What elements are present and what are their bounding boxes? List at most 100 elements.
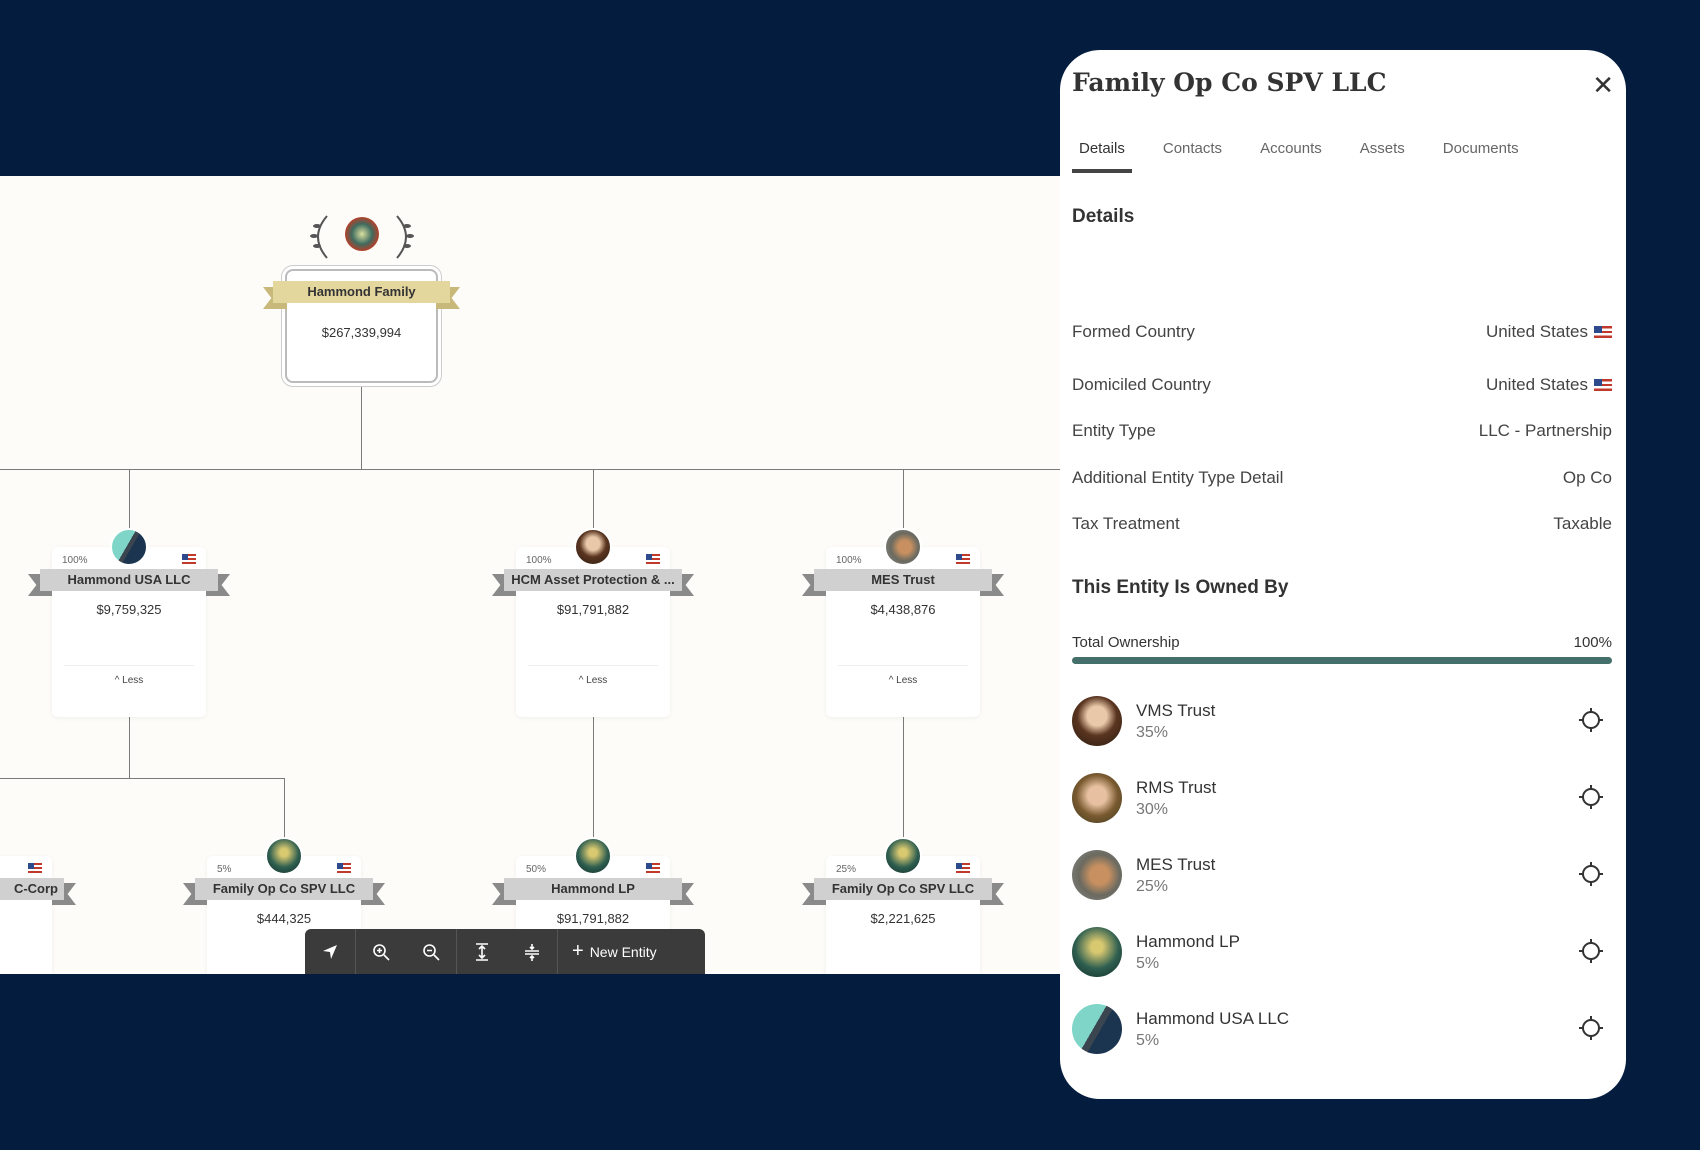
ownership-progress-fill bbox=[1072, 657, 1612, 664]
crosshair-icon[interactable] bbox=[1578, 707, 1604, 733]
owner-item[interactable]: RMS Trust 30% bbox=[1072, 770, 1612, 826]
owner-percent: 35% bbox=[1136, 723, 1169, 741]
us-flag-icon bbox=[28, 863, 42, 873]
zoom-in-icon bbox=[373, 943, 390, 961]
us-flag-icon bbox=[646, 863, 660, 873]
detail-label: Formed Country bbox=[1072, 322, 1195, 341]
details-heading: Details bbox=[1072, 206, 1135, 227]
collapse-vertical-icon bbox=[525, 943, 539, 961]
owner-percent: 5% bbox=[1136, 954, 1160, 972]
entity-node[interactable]: C-Corp 00 bbox=[0, 856, 76, 974]
tab-assets[interactable]: Assets bbox=[1353, 140, 1412, 173]
entity-node[interactable]: 100% Hammond USA LLC $9,759,325 ^ Less bbox=[28, 528, 230, 717]
entity-name: C-Corp bbox=[0, 878, 64, 900]
divider bbox=[838, 665, 968, 666]
us-flag-icon bbox=[646, 554, 660, 564]
toggle-label: Less bbox=[896, 675, 918, 686]
detail-value: United States bbox=[1485, 375, 1588, 394]
us-flag-icon bbox=[1594, 379, 1612, 391]
detail-label: Domiciled Country bbox=[1072, 375, 1211, 394]
connector bbox=[0, 469, 1060, 470]
panel-tabs: Details Contacts Accounts Assets Documents bbox=[1072, 140, 1550, 173]
owner-avatar bbox=[1072, 850, 1122, 900]
owner-item[interactable]: Hammond LP 5% bbox=[1072, 924, 1612, 980]
owner-name: Hammond LP bbox=[1136, 931, 1240, 951]
zoom-in-button[interactable] bbox=[356, 929, 406, 974]
total-ownership-label: Total Ownership bbox=[1072, 634, 1180, 651]
crosshair-icon[interactable] bbox=[1578, 1015, 1604, 1041]
owner-avatar bbox=[1072, 696, 1122, 746]
detail-row: Additional Entity Type Detail Op Co bbox=[1072, 468, 1612, 488]
owner-name: RMS Trust bbox=[1136, 777, 1217, 797]
entity-node[interactable]: 100% MES Trust $4,438,876 ^ Less bbox=[802, 528, 1004, 717]
divider bbox=[528, 665, 658, 666]
ownership-percent: 25% bbox=[836, 864, 857, 875]
entity-value: $2,221,625 bbox=[870, 911, 936, 926]
plus-icon: + bbox=[572, 940, 584, 962]
org-chart-canvas[interactable]: Hammond Family $267,339,994 100% Hammond… bbox=[0, 176, 1060, 974]
ownership-percent: 100% bbox=[526, 555, 552, 566]
entity-value: $444,325 bbox=[256, 911, 312, 926]
locate-arrow-icon bbox=[323, 944, 337, 959]
tab-accounts[interactable]: Accounts bbox=[1253, 140, 1329, 173]
connector bbox=[903, 701, 904, 856]
entity-avatar bbox=[265, 837, 303, 875]
owner-avatar bbox=[1072, 1004, 1122, 1054]
entity-avatar bbox=[110, 528, 148, 566]
entity-name: Family Op Co SPV LLC bbox=[195, 878, 373, 900]
owned-by-heading: This Entity Is Owned By bbox=[1072, 577, 1289, 598]
new-entity-button[interactable]: + New Entity bbox=[558, 929, 671, 974]
entity-value: $267,339,994 bbox=[321, 325, 402, 340]
detail-value: Taxable bbox=[1553, 514, 1612, 533]
owner-percent: 25% bbox=[1136, 877, 1169, 895]
zoom-out-button[interactable] bbox=[406, 929, 456, 974]
locate-button[interactable] bbox=[305, 929, 355, 974]
detail-row: Domiciled Country United States bbox=[1072, 375, 1612, 395]
entity-name: Hammond Family bbox=[273, 281, 450, 303]
owner-percent: 5% bbox=[1136, 1031, 1160, 1049]
crosshair-icon[interactable] bbox=[1578, 784, 1604, 810]
collapse-toggle[interactable]: ^ Less bbox=[52, 675, 206, 686]
owner-percent: 30% bbox=[1136, 800, 1169, 818]
detail-value: Op Co bbox=[1562, 468, 1612, 487]
entity-node-root[interactable]: Hammond Family $267,339,994 bbox=[263, 269, 460, 383]
entity-value: 00 bbox=[0, 911, 52, 926]
expand-button[interactable] bbox=[457, 929, 507, 974]
expand-vertical-icon bbox=[476, 942, 488, 961]
collapse-button[interactable] bbox=[507, 929, 557, 974]
collapse-toggle[interactable]: ^ Less bbox=[826, 675, 980, 686]
owner-avatar bbox=[1072, 773, 1122, 823]
crosshair-icon[interactable] bbox=[1578, 861, 1604, 887]
entity-name: Hammond LP bbox=[504, 878, 682, 900]
crosshair-icon[interactable] bbox=[1578, 938, 1604, 964]
owner-name: VMS Trust bbox=[1136, 700, 1216, 720]
detail-label: Additional Entity Type Detail bbox=[1072, 468, 1284, 487]
zoom-out-icon bbox=[423, 943, 440, 961]
connector bbox=[593, 701, 594, 856]
detail-label: Tax Treatment bbox=[1072, 514, 1180, 533]
collapse-toggle[interactable]: ^ Less bbox=[516, 675, 670, 686]
owner-item[interactable]: MES Trust 25% bbox=[1072, 847, 1612, 903]
detail-row: Tax Treatment Taxable bbox=[1072, 514, 1612, 534]
ownership-percent: 100% bbox=[836, 555, 862, 566]
detail-row: Entity Type LLC - Partnership bbox=[1072, 421, 1612, 441]
entity-name: Family Op Co SPV LLC bbox=[814, 878, 992, 900]
entity-node[interactable]: 100% HCM Asset Protection & ... $91,791,… bbox=[492, 528, 694, 717]
entity-value: $4,438,876 bbox=[870, 602, 936, 617]
owner-name: MES Trust bbox=[1136, 854, 1216, 874]
owner-item[interactable]: Hammond USA LLC 5% bbox=[1072, 1001, 1612, 1057]
toggle-label: Less bbox=[586, 675, 608, 686]
entity-value: $9,759,325 bbox=[96, 602, 162, 617]
us-flag-icon bbox=[1594, 326, 1612, 338]
divider bbox=[64, 665, 194, 666]
tab-documents[interactable]: Documents bbox=[1436, 140, 1526, 173]
tab-details[interactable]: Details bbox=[1072, 140, 1132, 173]
us-flag-icon bbox=[182, 554, 196, 564]
close-icon[interactable]: ✕ bbox=[1592, 70, 1614, 101]
entity-detail-panel: Family Op Co SPV LLC ✕ Details Contacts Ac… bbox=[1060, 50, 1626, 1099]
total-ownership-value: 100% bbox=[1573, 634, 1612, 651]
tab-contacts[interactable]: Contacts bbox=[1156, 140, 1229, 173]
owner-item[interactable]: VMS Trust 35% bbox=[1072, 693, 1612, 749]
entity-avatar bbox=[884, 837, 922, 875]
entity-node[interactable]: 25% Family Op Co SPV LLC $2,221,625 bbox=[802, 837, 1004, 974]
